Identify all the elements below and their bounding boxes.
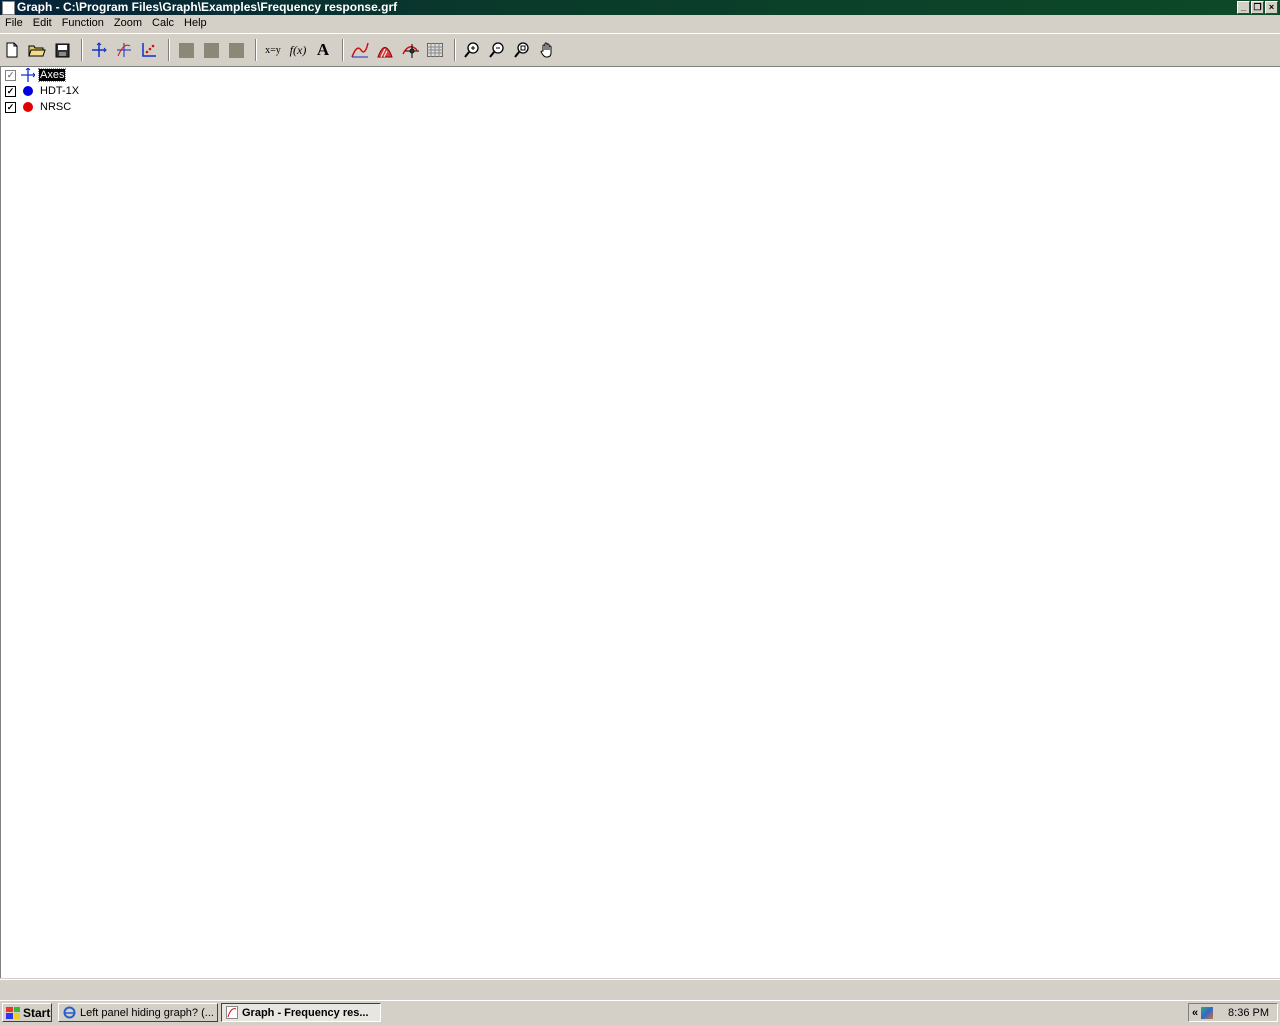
tree-item-axes[interactable]: ✓ Axes: [5, 67, 67, 83]
menu-calc[interactable]: Calc: [147, 15, 179, 32]
menu-function[interactable]: Function: [57, 15, 109, 32]
table-grid-icon: [427, 43, 443, 57]
tree-item-hdt-1x[interactable]: ✓ HDT-1X: [5, 83, 80, 99]
open-file-button[interactable]: [27, 40, 47, 60]
axes-checkbox[interactable]: ✓: [5, 69, 16, 81]
grey-square-icon: [228, 42, 244, 58]
function-text-icon: f(x): [289, 42, 307, 57]
toolbar: x=y f(x) A: [0, 33, 1280, 67]
grey-square-icon: [203, 42, 219, 58]
disabled-tool-button-1[interactable]: [176, 40, 196, 60]
window-title: Graph - C:\Program Files\Graph\Examples\…: [17, 0, 398, 14]
save-file-button[interactable]: [52, 40, 72, 60]
taskbar-item-graph[interactable]: Graph - Frequency res...: [221, 1003, 381, 1022]
zoom-square-icon: [514, 42, 529, 58]
network-tray-icon[interactable]: [1201, 1006, 1214, 1019]
insert-shading-button[interactable]: [375, 40, 395, 60]
hdt-1x-checkbox[interactable]: ✓: [5, 85, 16, 97]
table-button[interactable]: [425, 40, 445, 60]
axes-points-icon: [142, 43, 156, 57]
tree-item-nrsc[interactable]: ✓ NRSC: [5, 99, 72, 115]
menu-help[interactable]: Help: [179, 15, 212, 32]
insert-relation-button[interactable]: x=y: [263, 40, 283, 60]
insert-function-button[interactable]: f(x): [288, 40, 308, 60]
zoom-square-button[interactable]: [512, 40, 532, 60]
save-disk-icon: [55, 43, 69, 57]
evaluate-icon: [402, 44, 419, 58]
new-file-icon: [6, 42, 18, 58]
clock[interactable]: 8:36 PM: [1228, 1007, 1269, 1019]
graph-app-icon: [226, 1006, 238, 1019]
zoom-in-icon: [464, 42, 479, 58]
shading-icon: [377, 47, 393, 58]
disabled-tool-button-2[interactable]: [201, 40, 221, 60]
system-tray: « 8:36 PM: [1188, 1003, 1278, 1022]
tree-item-label: NRSC: [40, 101, 72, 113]
restore-button[interactable]: ❐: [1251, 1, 1264, 14]
trendline-icon: [351, 42, 369, 58]
taskbar: Start Left panel hiding graph? (... Grap…: [0, 1000, 1280, 1025]
title-bar[interactable]: Graph - C:\Program Files\Graph\Examples\…: [0, 0, 1280, 15]
taskbar-item-label: Left panel hiding graph? (...: [80, 1006, 214, 1019]
insert-label-button[interactable]: A: [313, 40, 333, 60]
menu-file[interactable]: File: [0, 15, 28, 32]
toolbar-separator: [168, 39, 170, 61]
toolbar-separator: [342, 39, 344, 61]
close-button[interactable]: ×: [1265, 1, 1278, 14]
text-label-icon: A: [316, 40, 330, 59]
open-folder-icon: [28, 45, 46, 57]
taskbar-item-label: Graph - Frequency res...: [242, 1006, 369, 1019]
tree-item-label: HDT-1X: [40, 85, 80, 97]
red-dot-icon: [21, 100, 35, 114]
toolbar-separator: [454, 39, 456, 61]
toolbar-separator: [81, 39, 83, 61]
insert-tangent-button[interactable]: [114, 40, 134, 60]
axes-curve-icon: [117, 43, 131, 57]
axes-cross-icon: [92, 42, 107, 57]
axes-settings-button[interactable]: [89, 40, 109, 60]
new-file-button[interactable]: [2, 40, 22, 60]
insert-points-button[interactable]: [139, 40, 159, 60]
move-system-button[interactable]: [537, 40, 557, 60]
menu-bar: File Edit Function Zoom Calc Help: [0, 15, 1280, 32]
zoom-out-button[interactable]: [487, 40, 507, 60]
menu-zoom[interactable]: Zoom: [109, 15, 147, 32]
minimize-button[interactable]: _: [1237, 1, 1250, 14]
blue-dot-icon: [21, 84, 35, 98]
taskbar-item-browser[interactable]: Left panel hiding graph? (...: [58, 1003, 218, 1022]
grey-square-icon: [178, 42, 194, 58]
disabled-tool-button-3[interactable]: [226, 40, 246, 60]
nrsc-checkbox[interactable]: ✓: [5, 101, 16, 113]
internet-explorer-icon: [63, 1006, 76, 1019]
evaluate-button[interactable]: [400, 40, 420, 60]
function-list-pane[interactable]: ✓ Axes ✓ HDT-1X ✓ NRSC: [0, 66, 1280, 978]
graph-app-icon[interactable]: [2, 1, 15, 15]
menu-edit[interactable]: Edit: [28, 15, 57, 32]
axes-icon: [21, 68, 35, 82]
status-bar: [0, 979, 1280, 1000]
start-button[interactable]: Start: [2, 1003, 52, 1022]
toolbar-separator: [255, 39, 257, 61]
insert-trendline-button[interactable]: [350, 40, 370, 60]
tray-expand-chevron-icon[interactable]: «: [1192, 1007, 1198, 1019]
zoom-out-icon: [489, 42, 504, 58]
zoom-in-button[interactable]: [462, 40, 482, 60]
hand-pan-icon: [540, 42, 552, 58]
relation-text-icon: x=y: [265, 44, 281, 56]
start-label: Start: [23, 1005, 51, 1020]
windows-logo-icon: [6, 1006, 20, 1019]
tree-item-label: Axes: [37, 68, 67, 82]
